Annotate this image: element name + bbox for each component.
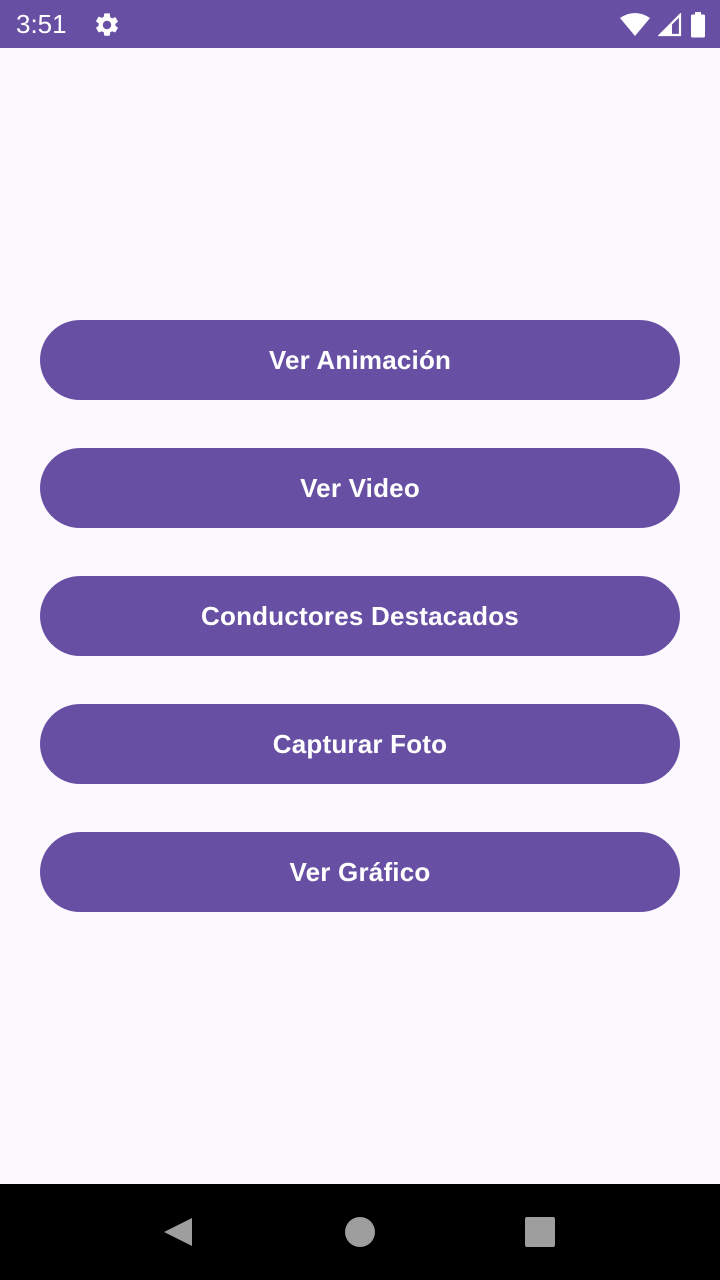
conductores-destacados-button[interactable]: Conductores Destacados [40, 576, 680, 656]
home-icon[interactable] [344, 1216, 376, 1248]
ver-animacion-label: Ver Animación [268, 344, 452, 375]
recents-icon[interactable] [525, 1217, 555, 1247]
ver-video-label: Ver Video [300, 472, 420, 503]
wifi-icon [620, 13, 650, 36]
ver-grafico-button[interactable]: Ver Gráfico [40, 832, 680, 912]
status-time: 3:51 [16, 9, 67, 39]
ver-grafico-label: Ver Gráfico [289, 856, 431, 887]
ver-video-button[interactable]: Ver Video [40, 448, 680, 528]
capturar-foto-label: Capturar Foto [272, 728, 448, 759]
battery-icon [691, 12, 705, 38]
capturar-foto-button[interactable]: Capturar Foto [40, 704, 680, 784]
back-icon[interactable] [162, 1216, 194, 1248]
conductores-destacados-label: Conductores Destacados [201, 600, 519, 631]
main-content: Ver Animación Ver Video Conductores Dest… [0, 48, 720, 1184]
cell-signal-icon [658, 13, 682, 37]
status-bar: 3:51 [0, 0, 720, 48]
gear-icon [96, 13, 118, 36]
status-icons [620, 11, 706, 39]
navigation-bar [0, 1184, 720, 1280]
ver-animacion-button[interactable]: Ver Animación [40, 320, 680, 400]
